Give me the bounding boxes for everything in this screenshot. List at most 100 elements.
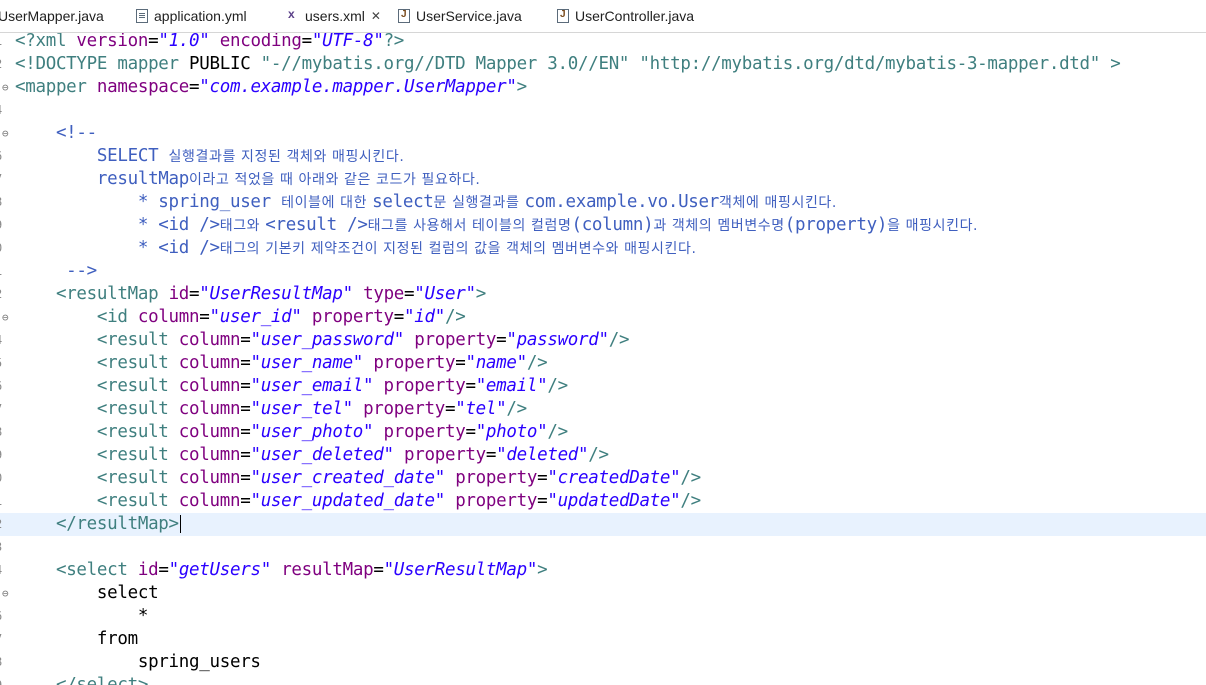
code-text: --> xyxy=(15,260,97,283)
code-line[interactable]: 6 * xyxy=(0,605,1206,628)
code-token: "user_id" xyxy=(209,307,302,327)
code-line[interactable]: 3 xyxy=(0,536,1206,559)
code-line[interactable]: 1 <result column="user_updated_date" pro… xyxy=(0,490,1206,513)
code-token: = xyxy=(158,560,169,580)
code-token: = xyxy=(240,330,251,350)
line-number: 8 xyxy=(0,191,2,214)
fold-toggle-icon[interactable]: ⊖ xyxy=(2,122,9,145)
code-line[interactable]: 3⊖<mapper namespace="com.example.mapper.… xyxy=(0,76,1206,99)
code-line[interactable]: 9 </select> xyxy=(0,674,1206,685)
code-line[interactable]: 1 --> xyxy=(0,260,1206,283)
code-token: /> xyxy=(680,491,701,511)
code-token: "tel" xyxy=(455,399,507,419)
code-text: <result column="user_created_date" prope… xyxy=(15,467,701,490)
code-line[interactable]: 8 <result column="user_photo" property="… xyxy=(0,421,1206,444)
code-token: /> xyxy=(680,468,701,488)
code-line[interactable]: 9 * <id />태그와 <result />태그를 사용해서 테이블의 컬럼… xyxy=(0,214,1206,237)
code-line[interactable]: 2 </resultMap> xyxy=(0,513,1206,536)
code-token: "createdDate" xyxy=(547,468,681,488)
code-token: "User" xyxy=(414,284,476,304)
code-token: /> xyxy=(547,422,568,442)
code-token: </resultMap> xyxy=(55,514,179,534)
code-token: <result xyxy=(96,491,179,511)
tab-label: UserMapper.java xyxy=(0,8,104,24)
code-token: column xyxy=(178,353,241,373)
code-line[interactable]: 5⊖ <!-- xyxy=(0,122,1206,145)
code-token: "UserResultMap" xyxy=(383,560,538,580)
line-number: 6 xyxy=(0,145,2,168)
code-line[interactable]: 4 <result column="user_password" propert… xyxy=(0,329,1206,352)
code-token: "com.example.mapper.UserMapper" xyxy=(199,77,517,97)
code-token: /> xyxy=(588,445,609,465)
code-line[interactable]: 0 * <id />태그의 기본키 제약조건이 지정된 컬럼의 값을 객체의 멤… xyxy=(0,237,1206,260)
line-number: 4 xyxy=(0,559,2,582)
tab-label: UserController.java xyxy=(575,8,695,24)
line-number: 3 xyxy=(0,536,2,559)
code-token: * xyxy=(15,606,149,626)
code-token: <?xml xyxy=(15,33,77,51)
code-token: "deleted" xyxy=(496,445,589,465)
tab-application-yml[interactable]: application.yml xyxy=(136,0,247,32)
line-number-gutter: 3⊖ xyxy=(0,76,14,99)
code-token: column xyxy=(178,468,241,488)
code-editor[interactable]: 1<?xml version="1.0" encoding="UTF-8"?>2… xyxy=(0,33,1206,685)
code-token: select xyxy=(372,192,434,212)
close-tab-icon[interactable]: ✕ xyxy=(371,9,381,23)
code-line[interactable]: 9 <result column="user_deleted" property… xyxy=(0,444,1206,467)
code-token: = xyxy=(455,353,466,373)
code-line[interactable]: 3⊖ <id column="user_id" property="id"/> xyxy=(0,306,1206,329)
code-line[interactable]: 7 resultMap이라고 적었을 때 아래와 같은 코드가 필요하다. xyxy=(0,168,1206,191)
code-line[interactable]: 1<?xml version="1.0" encoding="UTF-8"?> xyxy=(0,33,1206,53)
tab-users-xml[interactable]: users.xml ✕ xyxy=(287,0,381,32)
code-line[interactable]: 4 xyxy=(0,99,1206,122)
code-line[interactable]: 8 * spring_user 테이블에 대한 select문 실행결과를 co… xyxy=(0,191,1206,214)
code-line[interactable]: 5 <result column="user_name" property="n… xyxy=(0,352,1206,375)
code-token: = xyxy=(240,376,251,396)
code-text: <result column="user_password" property=… xyxy=(15,329,630,352)
fold-toggle-icon[interactable]: ⊖ xyxy=(2,306,9,329)
line-number: 9 xyxy=(0,444,2,467)
code-token: = xyxy=(240,353,251,373)
tab-label: application.yml xyxy=(154,8,247,24)
code-line[interactable]: 2 <resultMap id="UserResultMap" type="Us… xyxy=(0,283,1206,306)
code-token: property xyxy=(455,491,538,511)
line-number: 9 xyxy=(0,674,2,685)
code-token: 실행결과를 지정된 객체와 매핑시킨다. xyxy=(168,149,405,165)
yml-file-icon xyxy=(136,9,148,23)
code-line[interactable]: 7 <result column="user_tel" property="te… xyxy=(0,398,1206,421)
code-line[interactable]: 7 from xyxy=(0,628,1206,651)
line-number: 7 xyxy=(0,398,2,421)
code-text: <?xml version="1.0" encoding="UTF-8"?> xyxy=(15,33,404,53)
line-number: 2 xyxy=(0,513,2,536)
code-line[interactable]: 0 <result column="user_created_date" pro… xyxy=(0,467,1206,490)
fold-toggle-icon[interactable]: ⊖ xyxy=(2,76,9,99)
code-line[interactable]: 6 SELECT 실행결과를 지정된 객체와 매핑시킨다. xyxy=(0,145,1206,168)
code-token: = xyxy=(240,445,251,465)
code-token: = xyxy=(148,33,159,51)
line-number-gutter: 7 xyxy=(0,628,14,651)
fold-toggle-icon[interactable]: ⊖ xyxy=(2,582,9,605)
code-line[interactable]: 6 <result column="user_email" property="… xyxy=(0,375,1206,398)
line-number-gutter: 9 xyxy=(0,674,14,685)
tab-usermapper-java[interactable]: UserMapper.java xyxy=(0,0,104,32)
code-line[interactable]: 5⊖ select xyxy=(0,582,1206,605)
tab-usercontroller-java[interactable]: UserController.java xyxy=(557,0,694,32)
code-line[interactable]: 8 spring_users xyxy=(0,651,1206,674)
tab-label: users.xml xyxy=(305,8,365,24)
code-token: 을 매핑시킨다. xyxy=(887,218,979,234)
line-number-gutter: 6 xyxy=(0,375,14,398)
tab-userservice-java[interactable]: UserService.java xyxy=(398,0,522,32)
code-token: /> xyxy=(526,353,548,373)
code-line[interactable]: 4 <select id="getUsers" resultMap="UserR… xyxy=(0,559,1206,582)
code-line[interactable]: 2 <!DOCTYPE mapper PUBLIC "-//mybatis.org… xyxy=(0,53,1206,76)
code-token: namespace xyxy=(96,77,190,97)
code-text: select xyxy=(15,582,159,605)
line-number-gutter: 4 xyxy=(0,559,14,582)
